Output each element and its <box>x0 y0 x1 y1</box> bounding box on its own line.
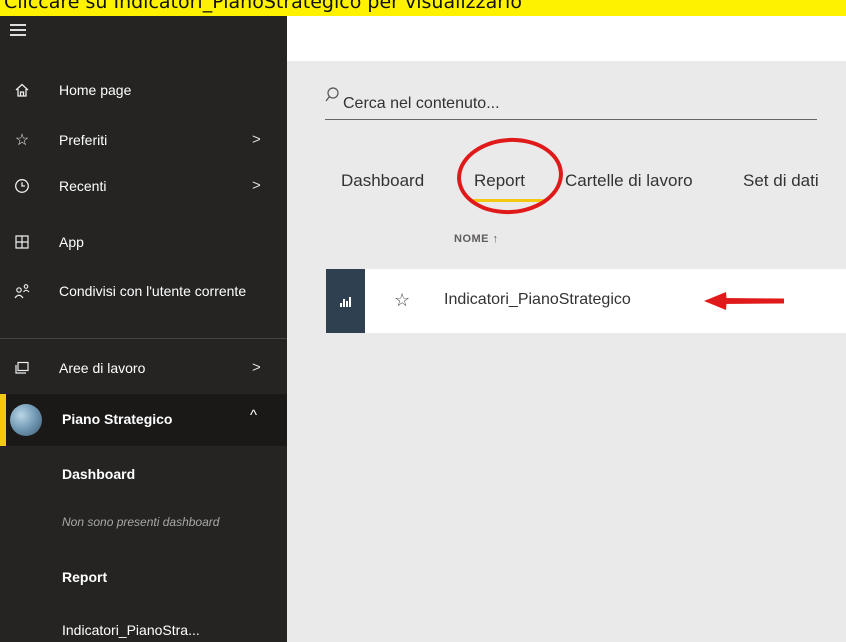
workspace-section-dashboard: Dashboard <box>62 466 136 482</box>
hamburger-menu-icon[interactable] <box>10 24 26 38</box>
sidebar-item-label: Home page <box>59 82 132 98</box>
favorite-star-icon[interactable]: ☆ <box>394 290 410 311</box>
sidebar-item-workspaces[interactable]: Aree di lavoro > <box>0 348 287 388</box>
home-icon <box>10 82 34 98</box>
sidebar-item-label: App <box>59 234 84 250</box>
table-row[interactable]: ☆ Indicatori_PianoStrategico <box>326 269 846 333</box>
annotation-arrow <box>704 292 784 310</box>
sidebar-report-link[interactable]: Indicatori_PianoStra... <box>62 622 200 638</box>
star-icon: ☆ <box>14 132 30 149</box>
workspace-piano-strategico[interactable]: Piano Strategico ^ <box>0 394 287 446</box>
workspace-section-report: Report <box>62 569 108 585</box>
search-input[interactable] <box>341 91 815 117</box>
header-strip <box>287 16 846 61</box>
tab-datasets[interactable]: Set di dati <box>743 171 819 191</box>
shared-users-icon <box>10 283 34 299</box>
chevron-right-icon[interactable]: > <box>252 131 261 148</box>
sidebar-divider <box>0 338 287 339</box>
tab-dashboard[interactable]: Dashboard <box>341 171 424 191</box>
empty-dashboard-note: Non sono presenti dashboard <box>62 515 220 529</box>
instruction-text: Cliccare su Indicatori_PianoStrategico p… <box>4 0 522 13</box>
report-name-link[interactable]: Indicatori_PianoStrategico <box>444 291 631 309</box>
sidebar-item-label: Aree di lavoro <box>59 360 146 376</box>
sidebar-item-home[interactable]: Home page <box>0 70 287 110</box>
instruction-banner: Cliccare su Indicatori_PianoStrategico p… <box>0 0 846 16</box>
chevron-right-icon[interactable]: > <box>252 177 261 194</box>
active-indicator <box>0 394 6 446</box>
workspaces-icon <box>10 360 34 376</box>
workspace-title: Piano Strategico <box>62 411 173 427</box>
sidebar: Home page ☆ Preferiti > Recenti > App Co… <box>0 16 287 642</box>
sidebar-item-favorites[interactable]: ☆ Preferiti > <box>0 120 287 160</box>
column-header-name[interactable]: NOME ↑ <box>454 233 499 245</box>
annotation-circle <box>454 134 566 218</box>
chevron-right-icon[interactable]: > <box>252 359 261 376</box>
sidebar-item-label: Recenti <box>59 178 107 194</box>
content-area: Dashboard Report Cartelle di lavoro Set … <box>287 61 846 642</box>
workspace-avatar <box>10 404 42 436</box>
apps-icon <box>10 234 34 250</box>
sidebar-item-label: Preferiti <box>59 132 108 148</box>
sidebar-item-apps[interactable]: App <box>0 222 287 262</box>
report-type-icon <box>326 269 365 333</box>
clock-icon <box>10 178 34 194</box>
chevron-up-icon[interactable]: ^ <box>250 407 257 424</box>
sidebar-item-label: Condivisi con l'utente corrente <box>59 283 247 299</box>
sidebar-item-recent[interactable]: Recenti > <box>0 166 287 206</box>
search-box[interactable] <box>325 85 817 120</box>
tab-workbooks[interactable]: Cartelle di lavoro <box>565 171 693 191</box>
search-icon <box>325 87 339 108</box>
sidebar-item-shared[interactable]: Condivisi con l'utente corrente <box>0 271 287 311</box>
